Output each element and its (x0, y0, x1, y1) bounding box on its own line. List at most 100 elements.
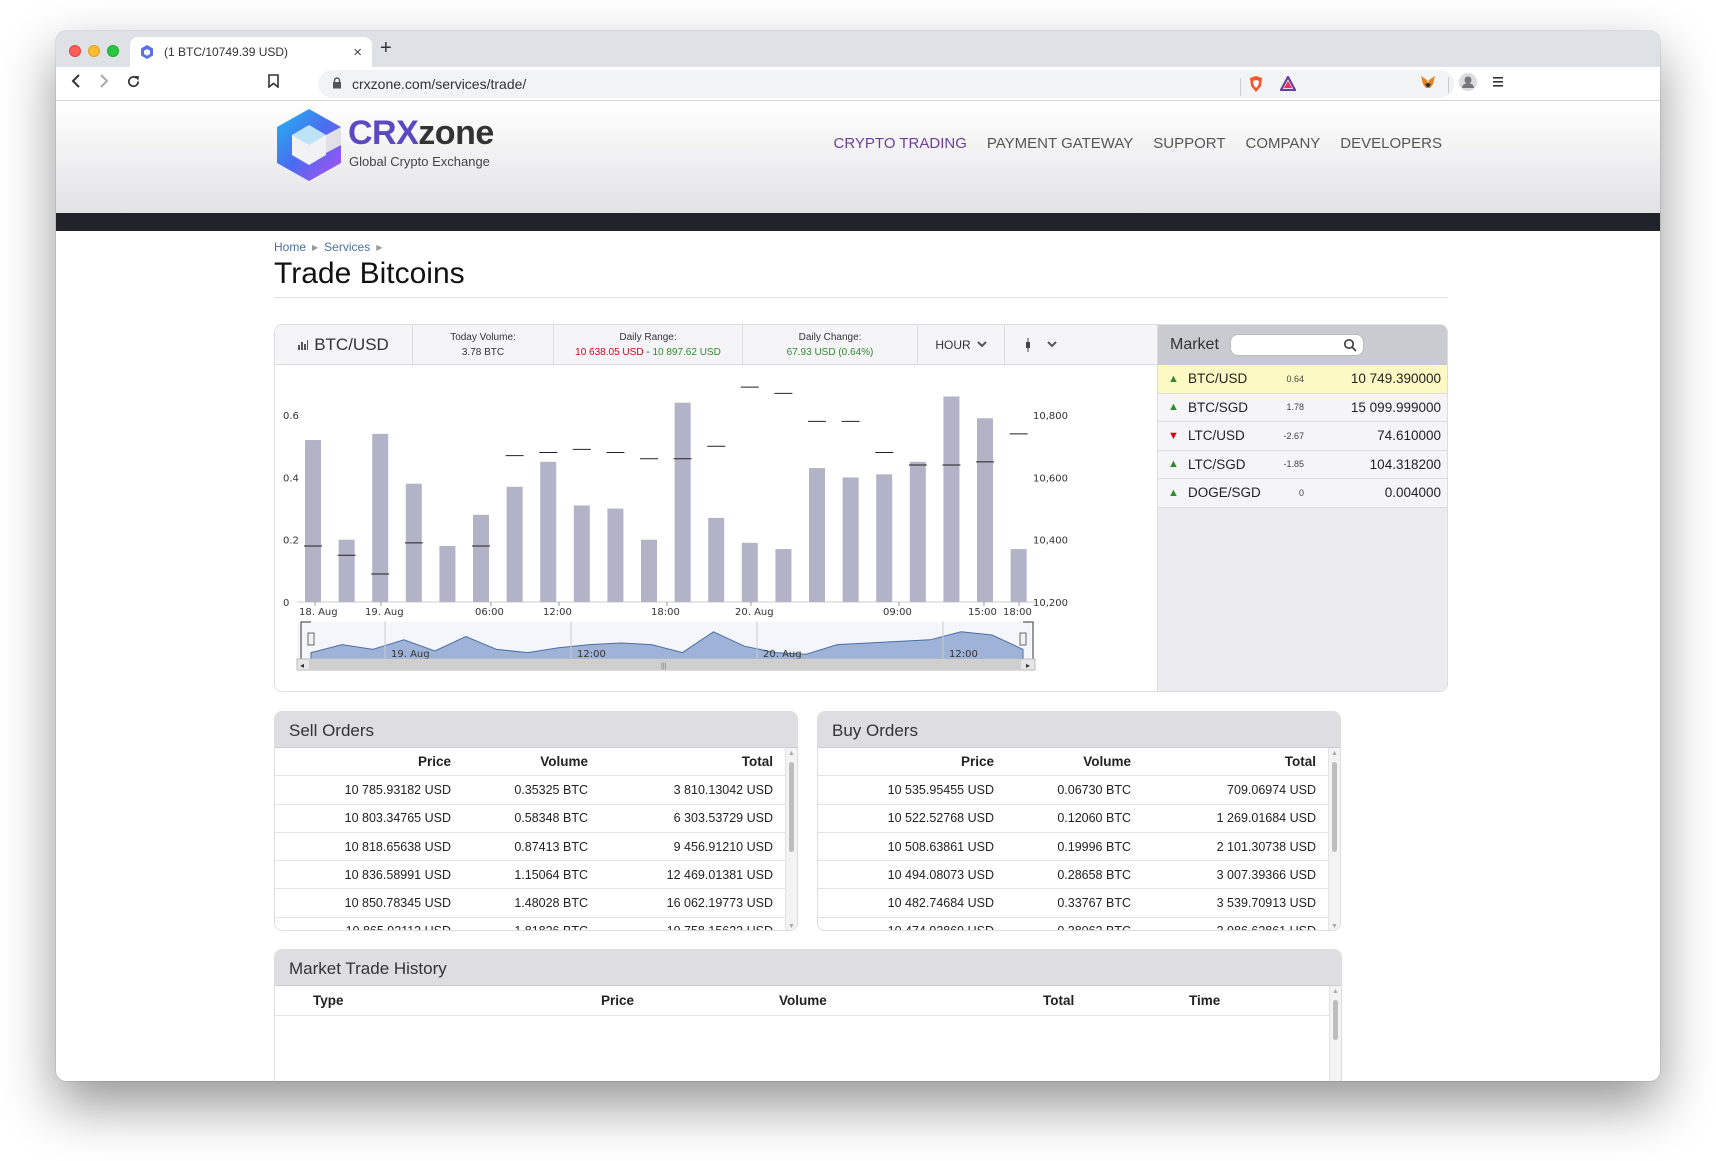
table-row[interactable]: 10 494.08073 USD 0.28658 BTC 3 007.39366 U… (818, 861, 1328, 890)
market-header: Market (1158, 325, 1447, 365)
column-header[interactable]: Price (275, 754, 451, 769)
order-volume: 0.35325 BTC (514, 782, 588, 797)
interval-dropdown[interactable]: HOUR (918, 325, 1005, 364)
trade-panel: BTC/USD Today Volume: 3.78 BTC Daily Ran… (274, 324, 1448, 692)
trade-history-title: Market Trade History (275, 950, 1341, 986)
new-tab-button[interactable]: + (380, 37, 392, 60)
scroll-up-icon[interactable]: ▲ (1331, 750, 1338, 757)
pair-selector[interactable]: BTC/USD (275, 325, 413, 364)
y-right-tick-label: 10,400 (1033, 536, 1068, 547)
sell-orders-scrollbar[interactable]: ▲ ▼ (785, 748, 797, 930)
market-row[interactable]: ▲ BTC/SGD 1.78 15 099.999000 (1158, 393, 1447, 422)
scroll-down-icon[interactable]: ▼ (1331, 923, 1338, 930)
volume-bar (876, 474, 893, 602)
scroll-thumb[interactable] (1333, 1000, 1338, 1040)
site-header: CRXzone Global Crypto Exchange CRYPTO TR… (56, 102, 1660, 213)
back-icon[interactable] (70, 74, 82, 93)
daily-change-stat: Daily Change: 67.93 USD (0.64%) (743, 325, 918, 364)
brave-shield-icon[interactable] (1248, 75, 1264, 98)
column-header[interactable]: Price (818, 754, 994, 769)
table-row[interactable]: 10 522.52768 USD 0.12060 BTC 1 269.01684 U… (818, 805, 1328, 833)
table-row[interactable]: 10 865.92112 USD1.81826 BTC19 758.15623 … (275, 918, 785, 930)
table-header: Price Volume Total (818, 748, 1328, 777)
order-volume: 0.12060 BTC (1057, 811, 1131, 826)
daily-range-label: Daily Range: (619, 331, 677, 343)
brave-rewards-icon[interactable] (1279, 74, 1297, 96)
nav-crypto-trading[interactable]: CRYPTO TRADING (834, 135, 967, 152)
breadcrumb-home[interactable]: Home (274, 240, 306, 254)
y-left-tick-label: 0.2 (283, 536, 299, 547)
market-price: 10 749.390000 (1350, 371, 1441, 387)
brand-crx: CRX (348, 114, 419, 152)
scroll-down-icon[interactable]: ▼ (788, 923, 795, 930)
nav-payment-gateway[interactable]: PAYMENT GATEWAY (987, 135, 1133, 152)
chevron-down-icon (976, 341, 987, 348)
market-row[interactable]: ▲ DOGE/SGD 0 0.004000 (1158, 479, 1447, 508)
tab-close-icon[interactable]: × (353, 44, 362, 61)
market-row[interactable]: ▲ BTC/USD 0.64 10 749.390000 (1158, 365, 1447, 394)
address-bar[interactable]: crxzone.com/services/trade/ (318, 70, 1454, 98)
chevron-down-icon (1047, 341, 1057, 348)
table-row[interactable]: 10 818.65638 USD 0.87413 BTC 9 456.91210 U… (275, 833, 785, 862)
maximize-window-button[interactable] (107, 45, 119, 57)
tab-bar: (1 BTC/10749.39 USD) × + (56, 31, 1660, 67)
profile-avatar-icon[interactable] (1458, 72, 1478, 97)
table-row[interactable]: 10 803.34765 USD 0.58348 BTC 6 303.53729 U… (275, 805, 785, 833)
table-row[interactable]: 10 482.74684 USD 0.33767 BTC 3 539.70913 U… (818, 889, 1328, 918)
order-price: 10 535.95455 USD (887, 782, 994, 797)
today-volume-stat: Today Volume: 3.78 BTC (413, 325, 554, 364)
reload-icon[interactable] (126, 74, 141, 94)
order-volume: 0.19996 BTC (1057, 839, 1131, 854)
scroll-up-icon[interactable]: ▲ (788, 750, 795, 757)
market-pair: LTC/USD (1188, 428, 1245, 444)
nav-support[interactable]: SUPPORT (1153, 135, 1225, 152)
order-volume: 0.87413 BTC (514, 839, 588, 854)
scroll-thumb[interactable] (1332, 762, 1337, 852)
minimize-window-button[interactable] (88, 45, 100, 57)
table-row[interactable]: 10 508.63861 USD 0.19996 BTC 2 101.30738 U… (818, 833, 1328, 862)
scroll-up-icon[interactable]: ▲ (1332, 988, 1339, 995)
column-header[interactable]: Volume (994, 754, 1131, 769)
forward-icon[interactable] (98, 74, 110, 93)
price-volume-chart[interactable]: 0 0.2 0.4 0.6 10,200 10,400 10,600 10,800 18. Au… (275, 366, 1157, 692)
order-volume: 1.48028 BTC (514, 896, 588, 911)
scroll-thumb[interactable] (789, 762, 794, 852)
column-header[interactable]: Total (1131, 754, 1316, 769)
navigator-handle[interactable] (307, 632, 315, 646)
order-price: 10 494.08073 USD (887, 867, 994, 882)
table-row[interactable]: 10 785.93182 USD 0.35325 BTC 3 810.13042 U… (275, 776, 785, 805)
nav-company[interactable]: COMPANY (1246, 135, 1321, 152)
buy-orders-scrollbar[interactable]: ▲ ▼ (1328, 748, 1340, 930)
order-total: 16 062.19773 USD (666, 896, 773, 911)
chart-type-dropdown[interactable] (1005, 325, 1077, 364)
navigator-handle[interactable] (1019, 632, 1027, 646)
market-row[interactable]: ▼ LTC/USD -2.67 74.610000 (1158, 422, 1447, 451)
order-volume: 0.58348 BTC (514, 811, 588, 826)
nav-developers[interactable]: DEVELOPERS (1340, 135, 1442, 152)
browser-tab[interactable]: (1 BTC/10749.39 USD) × (130, 37, 372, 67)
volume-bar (741, 542, 758, 602)
order-total: 2 101.30738 USD (1216, 839, 1316, 854)
y-left-tick-label: 0 (283, 598, 289, 609)
trade-history-scrollbar[interactable]: ▲ (1329, 986, 1341, 1081)
close-window-button[interactable] (69, 45, 81, 57)
breadcrumb-services[interactable]: Services (324, 240, 370, 254)
table-row[interactable]: 10 850.78345 USD 1.48028 BTC 16 062.19773 … (275, 889, 785, 918)
x-tick-label: 18:00 (651, 607, 680, 618)
market-row[interactable]: ▲ LTC/SGD -1.85 104.318200 (1158, 450, 1447, 479)
metamask-extension-icon[interactable] (1420, 75, 1436, 94)
column-header[interactable]: Total (588, 754, 773, 769)
column-header[interactable]: Volume (451, 754, 588, 769)
order-price: 10 850.78345 USD (344, 896, 451, 911)
table-row[interactable]: 10 535.95455 USD 0.06730 BTC 709.06974 USD (818, 776, 1328, 805)
navigator-label: 12:00 (949, 649, 978, 660)
crxzone-logo-icon[interactable] (274, 107, 344, 183)
menu-icon[interactable] (1492, 75, 1504, 94)
table-row[interactable]: 10 474.93869 USD0.38062 BTC3 986.62861 U… (818, 918, 1328, 930)
bookmark-icon[interactable] (268, 74, 279, 93)
table-row[interactable]: 10 836.58991 USD 1.15064 BTC 12 469.01381 … (275, 861, 785, 890)
brand-name: CRXzone (348, 114, 494, 153)
market-search-input[interactable] (1230, 334, 1364, 356)
market-change: 0 (1298, 487, 1304, 498)
chart-navigator[interactable]: 19. Aug 12:00 20. Aug 12:00 ◂ ▸ ||| (296, 621, 1036, 671)
